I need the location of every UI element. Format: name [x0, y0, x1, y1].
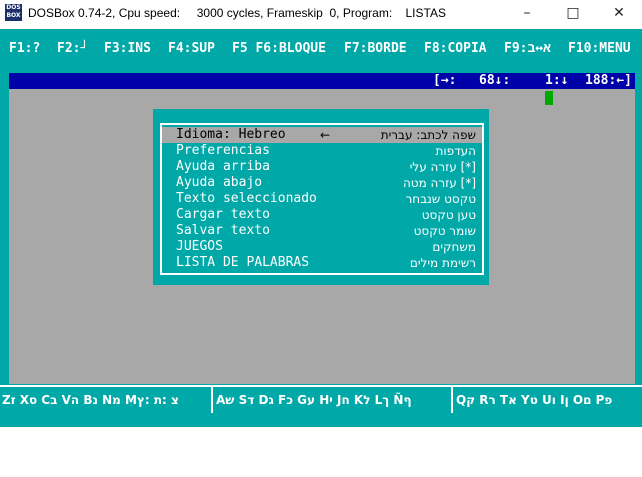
menu-item-label: JUEGOS	[176, 239, 223, 254]
menu-item-label: Preferencias	[176, 143, 270, 158]
menu-item-help-bottom[interactable]: Ayuda abajo [*] עזרה מטה	[162, 175, 482, 191]
menu-item-label: Cargar texto	[176, 207, 270, 222]
status-line: 1:↓	[545, 73, 569, 88]
menu-item-hebrew: [*] עזרה מטה	[402, 176, 476, 190]
keystrip-divider	[211, 387, 213, 413]
menu-item-save-text[interactable]: Salvar texto שומר טקסט	[162, 223, 482, 239]
close-button[interactable]: ✕	[596, 0, 642, 26]
menu-item-load-text[interactable]: Cargar texto טען טקסט	[162, 207, 482, 223]
keymap-row-top: Qק Rר Tא Yט Uו Iן Oם Pפ	[456, 393, 613, 407]
menu-item-label: LISTA DE PALABRAS	[176, 255, 310, 270]
keystrip-divider	[451, 387, 453, 413]
keyboard-map-strip: Zז Xס Cב Vה Bנ Nמ Mצ :ת :ץ Aש Sד Dג Fכ G…	[0, 387, 642, 413]
keymap-row-middle: Aש Sד Dג Fכ Gע Hי Jח Kל Lך Ñף	[216, 393, 412, 407]
menu-f7-border[interactable]: F7:BORDE	[344, 41, 407, 56]
menu-item-help-top[interactable]: Ayuda arriba [*] עזרה עלי	[162, 159, 482, 175]
menu-dialog-frame: Idioma: Hebreo ← שפה לכתב: עברית Prefere…	[160, 123, 484, 275]
menu-f3-insert[interactable]: F3:INS	[104, 41, 151, 56]
menu-item-hebrew: שומר טקסט	[413, 224, 476, 238]
arrow-left-icon: ←	[320, 128, 331, 142]
menu-f2-enter[interactable]: F2:┘	[57, 41, 88, 56]
menu-dialog: Idioma: Hebreo ← שפה לכתב: עברית Prefere…	[153, 109, 489, 285]
window-titlebar: DOS BOX DOSBox 0.74-2, Cpu speed: 3000 c…	[0, 0, 642, 26]
keymap-row-bottom: Zז Xס Cב Vה Bנ Nמ Mצ :ת :ץ	[2, 393, 179, 407]
menu-item-label: Idioma: Hebreo	[176, 127, 286, 142]
maximize-button[interactable]: □	[550, 0, 596, 26]
menu-item-hebrew: טען טקסט	[421, 208, 476, 222]
menu-item-hebrew: טקסט שנבחר	[405, 192, 476, 206]
menu-item-label: Texto seleccionado	[176, 191, 317, 206]
status-count: 188:←]	[585, 73, 632, 88]
menu-item-label: Ayuda abajo	[176, 175, 263, 190]
function-key-menubar: F1:? F2:┘ F3:INS F4:SUP F5 F6:BLOQUE F7:…	[0, 41, 642, 57]
menu-item-hebrew: משחקים	[432, 240, 476, 254]
menu-item-language[interactable]: Idioma: Hebreo ← שפה לכתב: עברית	[162, 127, 482, 143]
menu-f1-help[interactable]: F1:?	[9, 41, 40, 56]
menu-item-games[interactable]: JUEGOS משחקים	[162, 239, 482, 255]
menu-item-preferences[interactable]: Preferencias העדפות	[162, 143, 482, 159]
status-mode: [→:	[433, 73, 457, 88]
minimize-button[interactable]: –	[504, 0, 550, 26]
dosbox-app-icon[interactable]: DOS BOX	[5, 4, 22, 21]
menu-item-selected-text[interactable]: Texto seleccionado טקסט שנבחר	[162, 191, 482, 207]
window-title: DOSBox 0.74-2, Cpu speed: 3000 cycles, F…	[28, 6, 446, 20]
menu-f10-menu[interactable]: F10:MENU	[568, 41, 631, 56]
status-bar: [→: 68↓: 1:↓ 188:←]	[9, 73, 635, 89]
menu-item-label: Ayuda arriba	[176, 159, 270, 174]
menu-item-hebrew: העדפות	[435, 144, 476, 158]
menu-f5-f6-block[interactable]: F5 F6:BLOQUE	[232, 41, 326, 56]
status-col: 68↓:	[479, 73, 511, 88]
menu-item-label: Salvar texto	[176, 223, 270, 238]
menu-f4-delete[interactable]: F4:SUP	[168, 41, 215, 56]
menu-item-word-list[interactable]: LISTA DE PALABRAS רשימת מילים	[162, 255, 482, 271]
menu-item-hebrew: רשימת מילים	[409, 256, 476, 270]
menu-f9-lang[interactable]: F9:א↔ב	[504, 41, 551, 56]
text-cursor	[545, 91, 553, 105]
menu-f8-copy[interactable]: F8:COPIA	[424, 41, 487, 56]
menu-item-hebrew: [*] עזרה עלי	[409, 160, 476, 174]
menu-item-hebrew: שפה לכתב: עברית	[380, 128, 476, 142]
